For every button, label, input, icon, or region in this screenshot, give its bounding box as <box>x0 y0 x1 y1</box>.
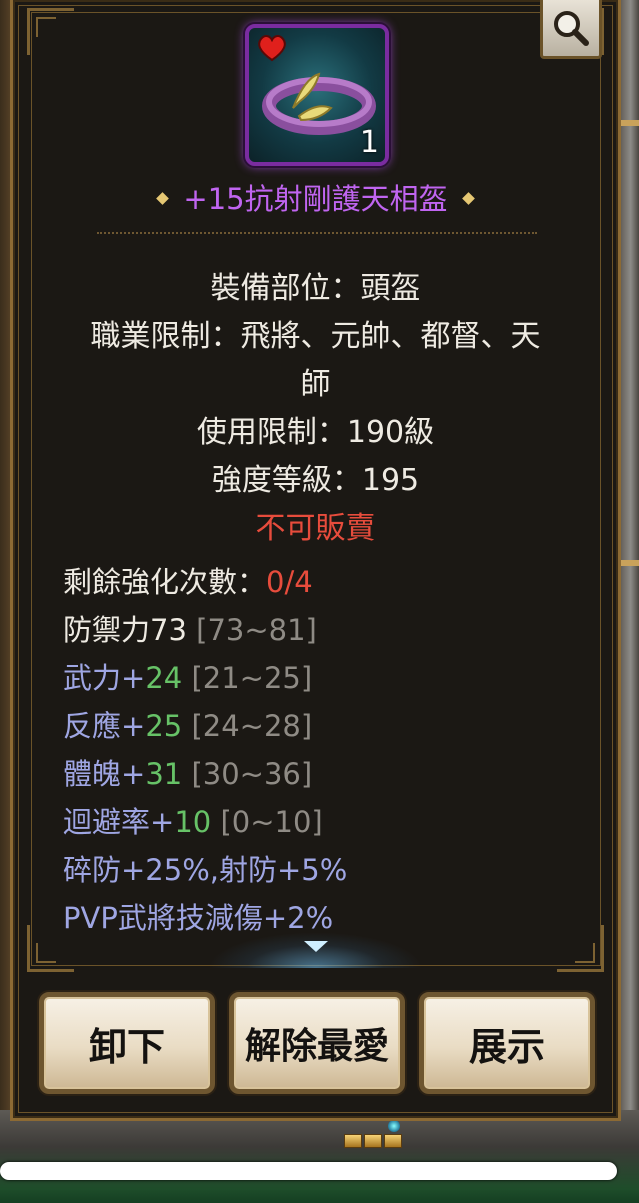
horizontal-scrollbar[interactable] <box>0 1162 617 1180</box>
stat-value: 25 <box>145 709 183 743</box>
magnifier-icon <box>554 11 589 46</box>
stat-value: 10 <box>174 805 212 839</box>
orb-icon <box>388 1120 400 1132</box>
item-count: 1 <box>359 125 379 160</box>
stat-label: 武力+ <box>63 661 146 695</box>
sell-status: 不可販賣 <box>255 511 376 546</box>
unfavorite-button[interactable]: 解除最愛 <box>229 992 405 1094</box>
stat-label: 反應+ <box>63 709 146 743</box>
stat-range: [24~28] <box>191 709 313 743</box>
extra-stat-text: PVP武將技減傷+2% <box>63 901 334 935</box>
stat-value: 31 <box>145 757 183 791</box>
scroll-down-indicator[interactable] <box>208 932 423 968</box>
corner-ornament <box>557 925 604 972</box>
strength-level-line: 強度等級：195 <box>211 463 420 498</box>
corner-ornament <box>27 8 74 55</box>
defense-label: 防禦力73 <box>63 613 187 647</box>
stat-row: 反應+25 [24~28] <box>63 706 312 746</box>
unequip-button[interactable]: 卸下 <box>39 992 215 1094</box>
heart-icon <box>258 35 286 62</box>
defense-stat: 防禦力73 [73~81] <box>63 610 317 650</box>
chevron-down-icon <box>304 941 328 952</box>
item-icon-slot[interactable]: 1 <box>245 24 389 166</box>
item-name: +15抗射剛護天相盔 <box>183 182 448 216</box>
extra-stat: 碎防+25%,射防+5% <box>63 850 347 890</box>
enhance-value: 0/4 <box>266 565 313 599</box>
item-tooltip-panel: 1 +15抗射剛護天相盔 裝備部位：頭盔 職業限制：飛將、元帥、都督、天 師 使… <box>10 0 621 1121</box>
stat-row: 迴避率+10 [0~10] <box>63 802 323 842</box>
equip-slot-line: 裝備部位：頭盔 <box>210 271 421 306</box>
gold-bars-icon <box>344 1133 404 1149</box>
class-restriction-line-cont: 師 <box>300 367 331 402</box>
stat-row: 體魄+31 [30~36] <box>63 754 312 794</box>
stat-row: 武力+24 [21~25] <box>63 658 312 698</box>
stat-range: [0~10] <box>220 805 323 839</box>
stat-range: [30~36] <box>191 757 313 791</box>
show-button[interactable]: 展示 <box>419 992 595 1094</box>
defense-range: [73~81] <box>196 613 317 647</box>
enhance-remaining: 剩餘強化次數：0/4 <box>63 562 313 602</box>
stat-range: [21~25] <box>191 661 313 695</box>
level-requirement-line: 使用限制：190級 <box>196 415 435 450</box>
diamond-icon <box>461 191 475 205</box>
zoom-button[interactable] <box>540 0 602 59</box>
enhance-label: 剩餘強化次數： <box>63 565 267 599</box>
extra-stat-text: 碎防+25%,射防+5% <box>63 853 348 887</box>
divider <box>97 232 537 234</box>
diamond-icon <box>156 191 170 205</box>
class-restriction-line: 職業限制：飛將、元帥、都督、天 <box>90 319 541 354</box>
background-scene-bottom <box>0 1110 639 1203</box>
stat-label: 迴避率+ <box>63 805 175 839</box>
item-name-row: +15抗射剛護天相盔 <box>13 176 618 218</box>
stat-label: 體魄+ <box>63 757 146 791</box>
stat-value: 24 <box>145 661 183 695</box>
